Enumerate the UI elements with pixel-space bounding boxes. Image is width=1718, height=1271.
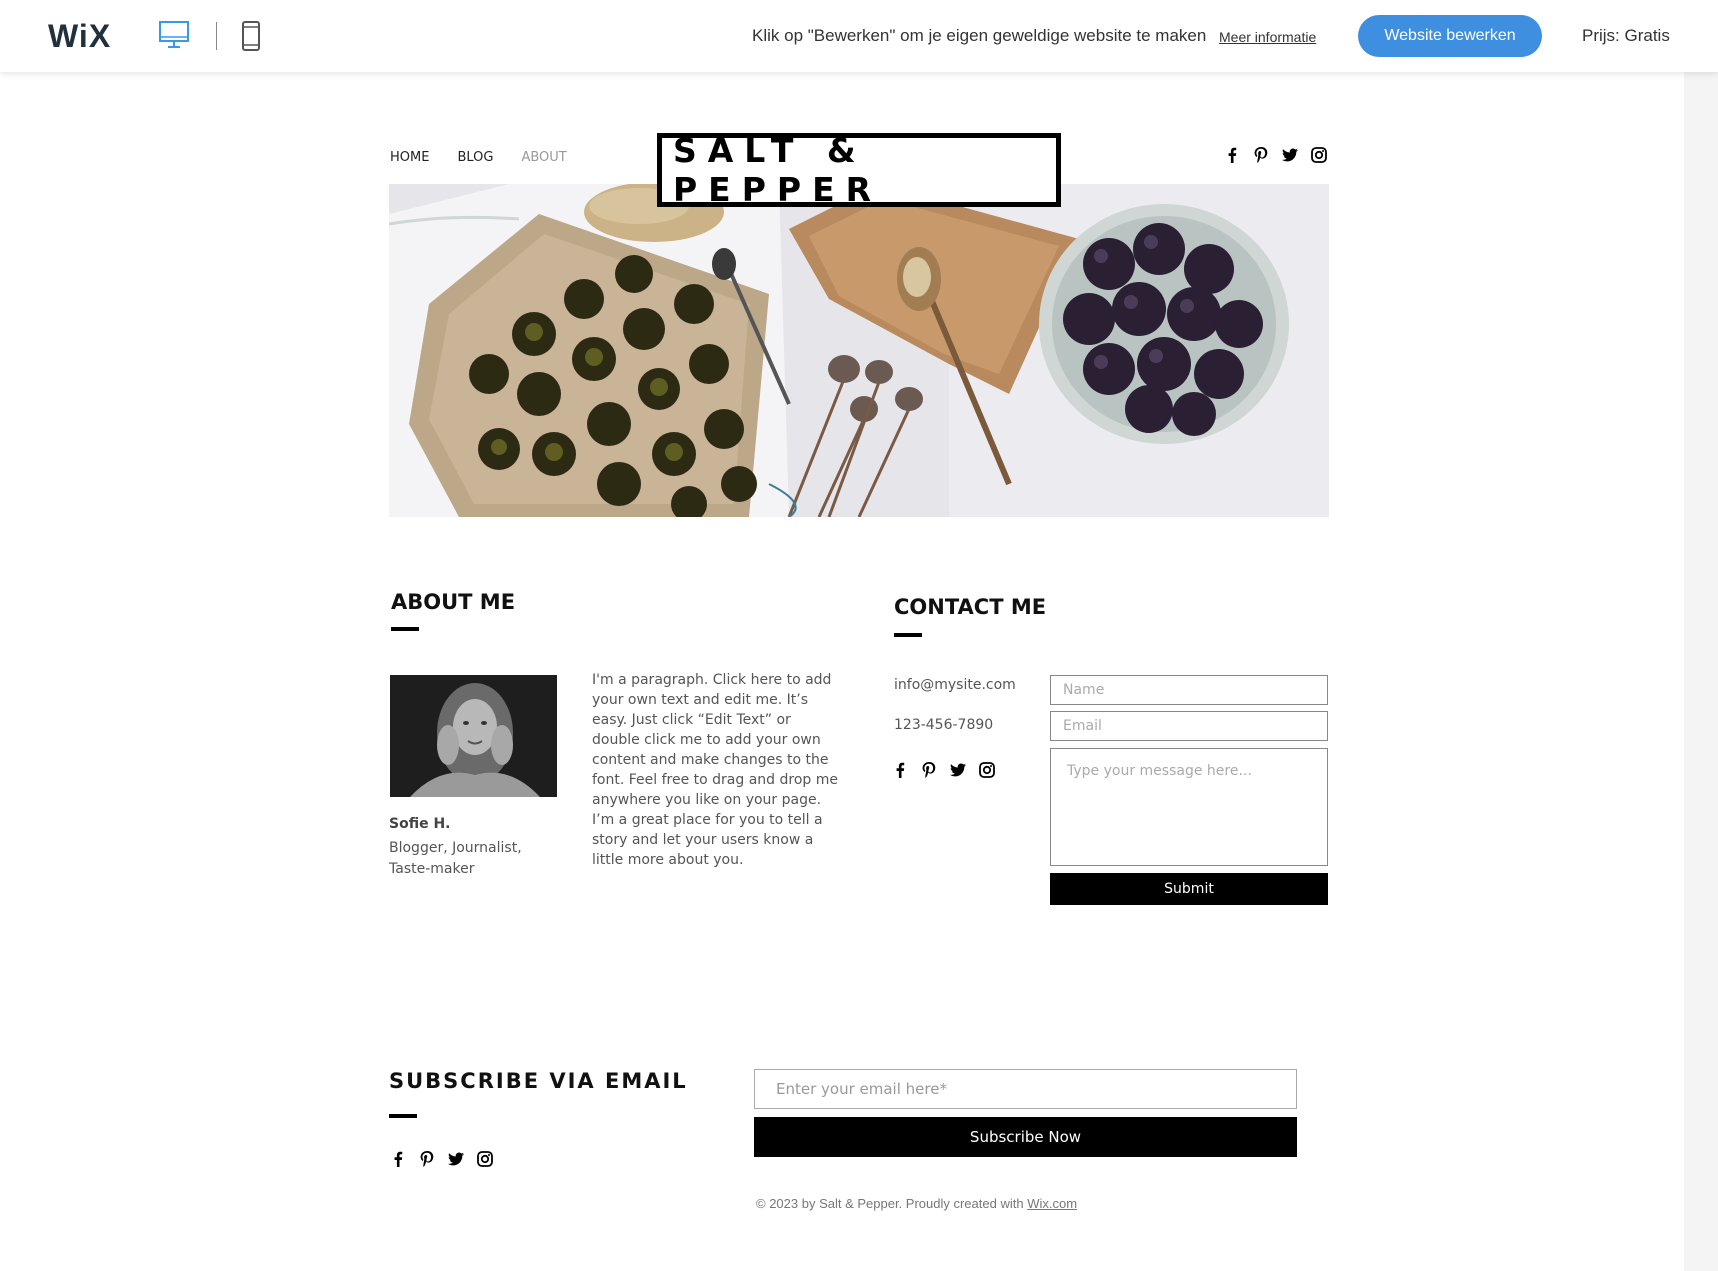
site-title: SALT & PEPPER: [673, 131, 883, 209]
contact-heading: CONTACT ME: [894, 595, 1047, 619]
nav-item-home[interactable]: HOME: [390, 150, 429, 165]
nav-item-blog[interactable]: BLOG: [457, 150, 493, 165]
about-paragraph: I'm a paragraph. Click here to add your …: [592, 672, 839, 868]
price-label: Prijs: Gratis: [1582, 26, 1670, 45]
contact-message-field[interactable]: [1050, 748, 1328, 866]
footer-wix-link[interactable]: Wix.com: [1027, 1196, 1077, 1211]
contact-phone: 123-456-7890: [894, 717, 994, 733]
hero-food-image: [389, 184, 1329, 517]
about-heading: ABOUT ME: [391, 590, 516, 614]
twitter-icon[interactable]: [448, 1151, 464, 1167]
pinterest-icon[interactable]: [1253, 147, 1269, 163]
facebook-icon[interactable]: [390, 1151, 406, 1167]
edit-website-button[interactable]: Website bewerken: [1358, 15, 1542, 57]
edit-hint-text: Klik op "Bewerken" om je eigen geweldige…: [752, 26, 1207, 45]
twitter-icon[interactable]: [1282, 147, 1298, 163]
desktop-view-icon[interactable]: [158, 20, 190, 50]
instagram-icon[interactable]: [477, 1151, 493, 1167]
pinterest-icon[interactable]: [419, 1151, 435, 1167]
footer-social-bar: [390, 1151, 493, 1167]
contact-heading-underline: [894, 633, 922, 637]
contact-email-field[interactable]: [1050, 711, 1328, 741]
author-role: Blogger, Journalist, Taste-maker: [389, 840, 522, 877]
contact-email[interactable]: info@mysite.com: [894, 677, 1016, 693]
instagram-icon[interactable]: [979, 762, 995, 778]
subscribe-email-input[interactable]: [754, 1069, 1297, 1109]
wix-logo[interactable]: WiX: [48, 18, 111, 55]
subscribe-heading: SUBSCRIBE VIA EMAIL: [389, 1069, 688, 1093]
subscribe-heading-underline: [389, 1114, 417, 1118]
twitter-icon[interactable]: [950, 762, 966, 778]
mobile-view-icon[interactable]: [240, 20, 262, 52]
subscribe-button[interactable]: Subscribe Now: [754, 1117, 1297, 1157]
contact-name-field[interactable]: [1050, 675, 1328, 705]
facebook-icon[interactable]: [892, 762, 908, 778]
instagram-icon[interactable]: [1311, 147, 1327, 163]
contact-submit-button[interactable]: Submit: [1050, 873, 1328, 905]
nav-item-about[interactable]: ABOUT: [521, 150, 566, 165]
pinterest-icon[interactable]: [921, 762, 937, 778]
site-logo-box[interactable]: SALT & PEPPER: [657, 131, 1061, 209]
site-nav: HOME BLOG ABOUT: [390, 150, 567, 165]
footer-copyright: © 2023 by Salt & Pepper. Proudly created…: [756, 1196, 1077, 1211]
contact-social-bar: [892, 762, 995, 778]
device-separator: [216, 22, 217, 50]
author-name: Sofie H.: [389, 816, 451, 832]
facebook-icon[interactable]: [1224, 147, 1240, 163]
scrollbar-track[interactable]: [1684, 72, 1718, 1271]
author-portrait: [390, 675, 557, 797]
header-social-bar: [1224, 147, 1327, 163]
footer-copyright-text: © 2023 by Salt & Pepper. Proudly created…: [756, 1196, 1028, 1211]
more-info-link[interactable]: Meer informatie: [1219, 29, 1316, 45]
wix-top-bar: WiX Klik op "Bewerken" om je eigen gewel…: [0, 0, 1718, 72]
about-heading-underline: [391, 627, 419, 631]
